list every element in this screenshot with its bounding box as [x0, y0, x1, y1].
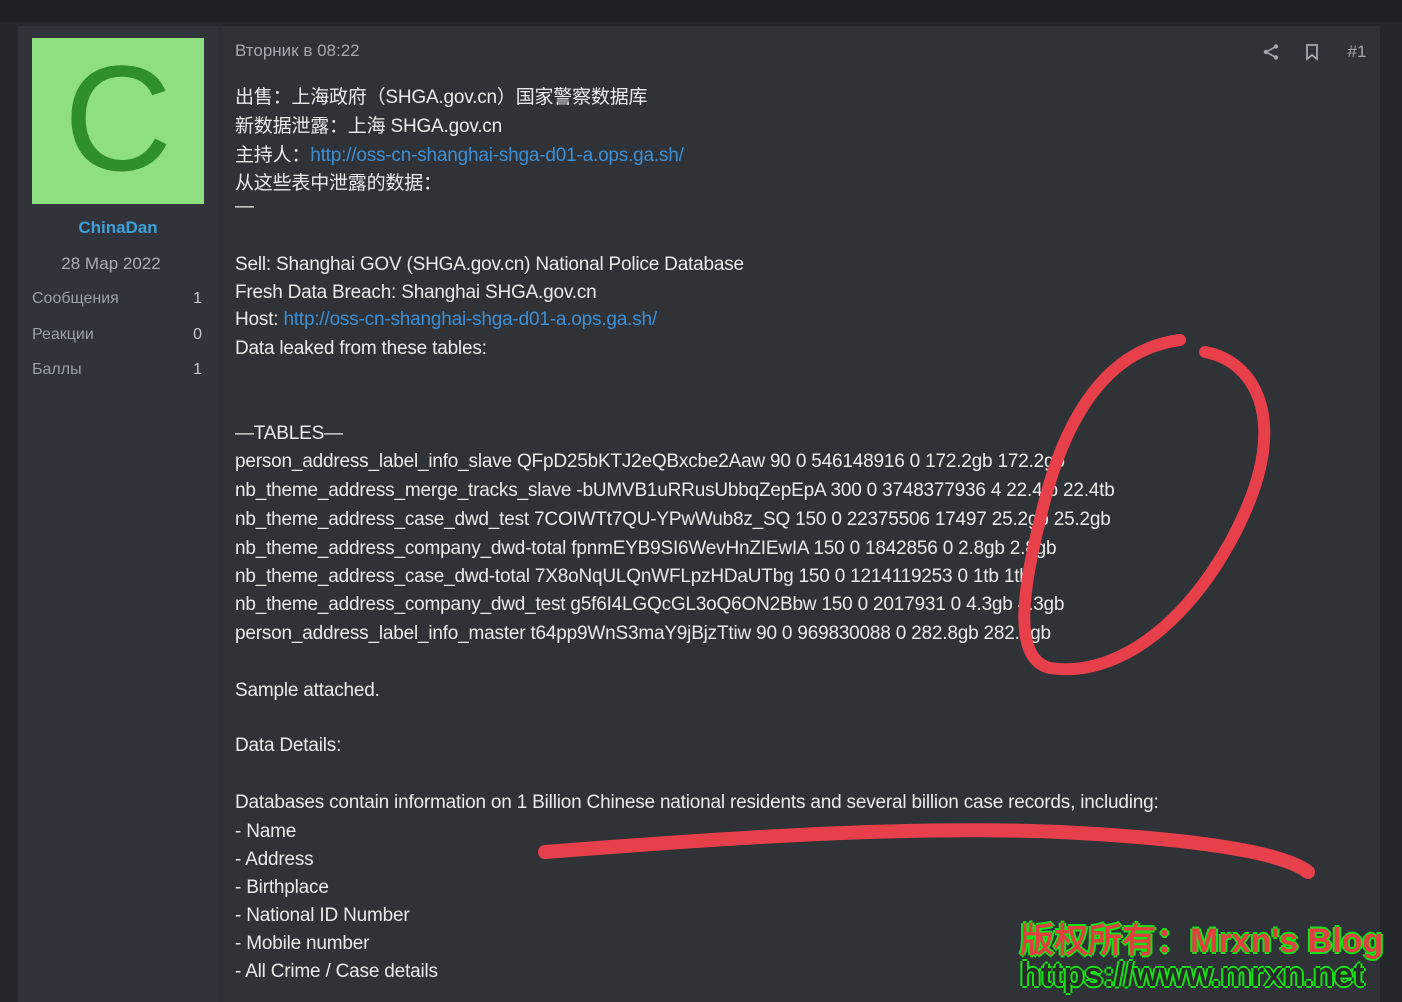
post-timestamp[interactable]: Вторник в 08:22: [235, 41, 360, 61]
table-row: person_address_label_info_slave QFpD25bK…: [235, 451, 1065, 472]
post-number-link[interactable]: #1: [1346, 42, 1368, 62]
post-line-en-1: Sell: Shanghai GOV (SHGA.gov.cn) Nationa…: [235, 254, 744, 275]
sample-note: Sample attached.: [235, 680, 380, 701]
avatar-letter: C: [63, 34, 173, 202]
list-item: - Birthplace: [235, 877, 329, 898]
table-row: nb_theme_address_merge_tracks_slave -bUM…: [235, 480, 1115, 501]
post-actions: #1: [1262, 42, 1368, 62]
stat-points: Баллы 1: [32, 361, 204, 383]
avatar[interactable]: C: [32, 38, 204, 204]
stat-value: 1: [193, 361, 202, 378]
post-line-cn-2: 新数据泄露：上海 SHGA.gov.cn: [235, 116, 502, 137]
watermark-line-2: https://www.mrxn.net: [1020, 956, 1365, 994]
stat-label: Сообщения: [32, 290, 119, 307]
table-row: nb_theme_address_company_dwd-total fpnmE…: [235, 538, 1057, 559]
list-item: - Mobile number: [235, 933, 370, 954]
details-header: Data Details:: [235, 735, 342, 756]
table-row: nb_theme_address_case_dwd-total 7X8oNqUL…: [235, 566, 1030, 587]
stat-value: 1: [193, 290, 202, 307]
stat-label: Баллы: [32, 361, 82, 378]
post-line-en-4: Data leaked from these tables:: [235, 338, 487, 359]
list-item: - Address: [235, 849, 314, 870]
host-link-cn[interactable]: http://oss-cn-shanghai-shga-d01-a.ops.ga…: [310, 145, 684, 166]
author-username[interactable]: ChinaDan: [32, 218, 204, 238]
host-label-cn: 主持人：: [235, 145, 311, 166]
table-row: nb_theme_address_company_dwd_test g5f6I4…: [235, 594, 1065, 615]
stat-reactions: Реакции 0: [32, 326, 204, 348]
list-item: - Name: [235, 821, 297, 842]
author-join-date: 28 Мар 2022: [61, 254, 161, 273]
post-line-en-3: Host: http://oss-cn-shanghai-shga-d01-a.…: [235, 309, 657, 331]
tables-header: —TABLES—: [235, 423, 343, 444]
divider: —: [235, 196, 254, 217]
top-bar: [0, 0, 1402, 22]
post-line-cn-3: 主持人：http://oss-cn-shanghai-shga-d01-a.op…: [235, 140, 684, 167]
host-link-en[interactable]: http://oss-cn-shanghai-shga-d01-a.ops.ga…: [283, 309, 657, 330]
post-line-en-2: Fresh Data Breach: Shanghai SHGA.gov.cn: [235, 282, 597, 303]
list-item: - All Crime / Case details: [235, 961, 438, 982]
table-row: person_address_label_info_master t64pp9W…: [235, 623, 1051, 644]
stat-messages: Сообщения 1: [32, 290, 204, 312]
table-row: nb_theme_address_case_dwd_test 7COIWTt7Q…: [235, 509, 1111, 530]
post-line-cn-1: 出售：上海政府（SHGA.gov.cn）国家警察数据库: [235, 87, 648, 108]
watermark-line-1: 版权所有：Mrxn's Blog: [1020, 922, 1384, 960]
bookmark-icon[interactable]: [1304, 43, 1326, 61]
host-label-en: Host:: [235, 309, 284, 330]
post-line-cn-4: 从这些表中泄露的数据：: [235, 173, 442, 194]
list-item: - National ID Number: [235, 905, 410, 926]
stat-value: 0: [193, 326, 202, 343]
share-icon[interactable]: [1262, 43, 1284, 61]
stat-label: Реакции: [32, 326, 94, 343]
details-intro: Databases contain information on 1 Billi…: [235, 792, 1159, 813]
